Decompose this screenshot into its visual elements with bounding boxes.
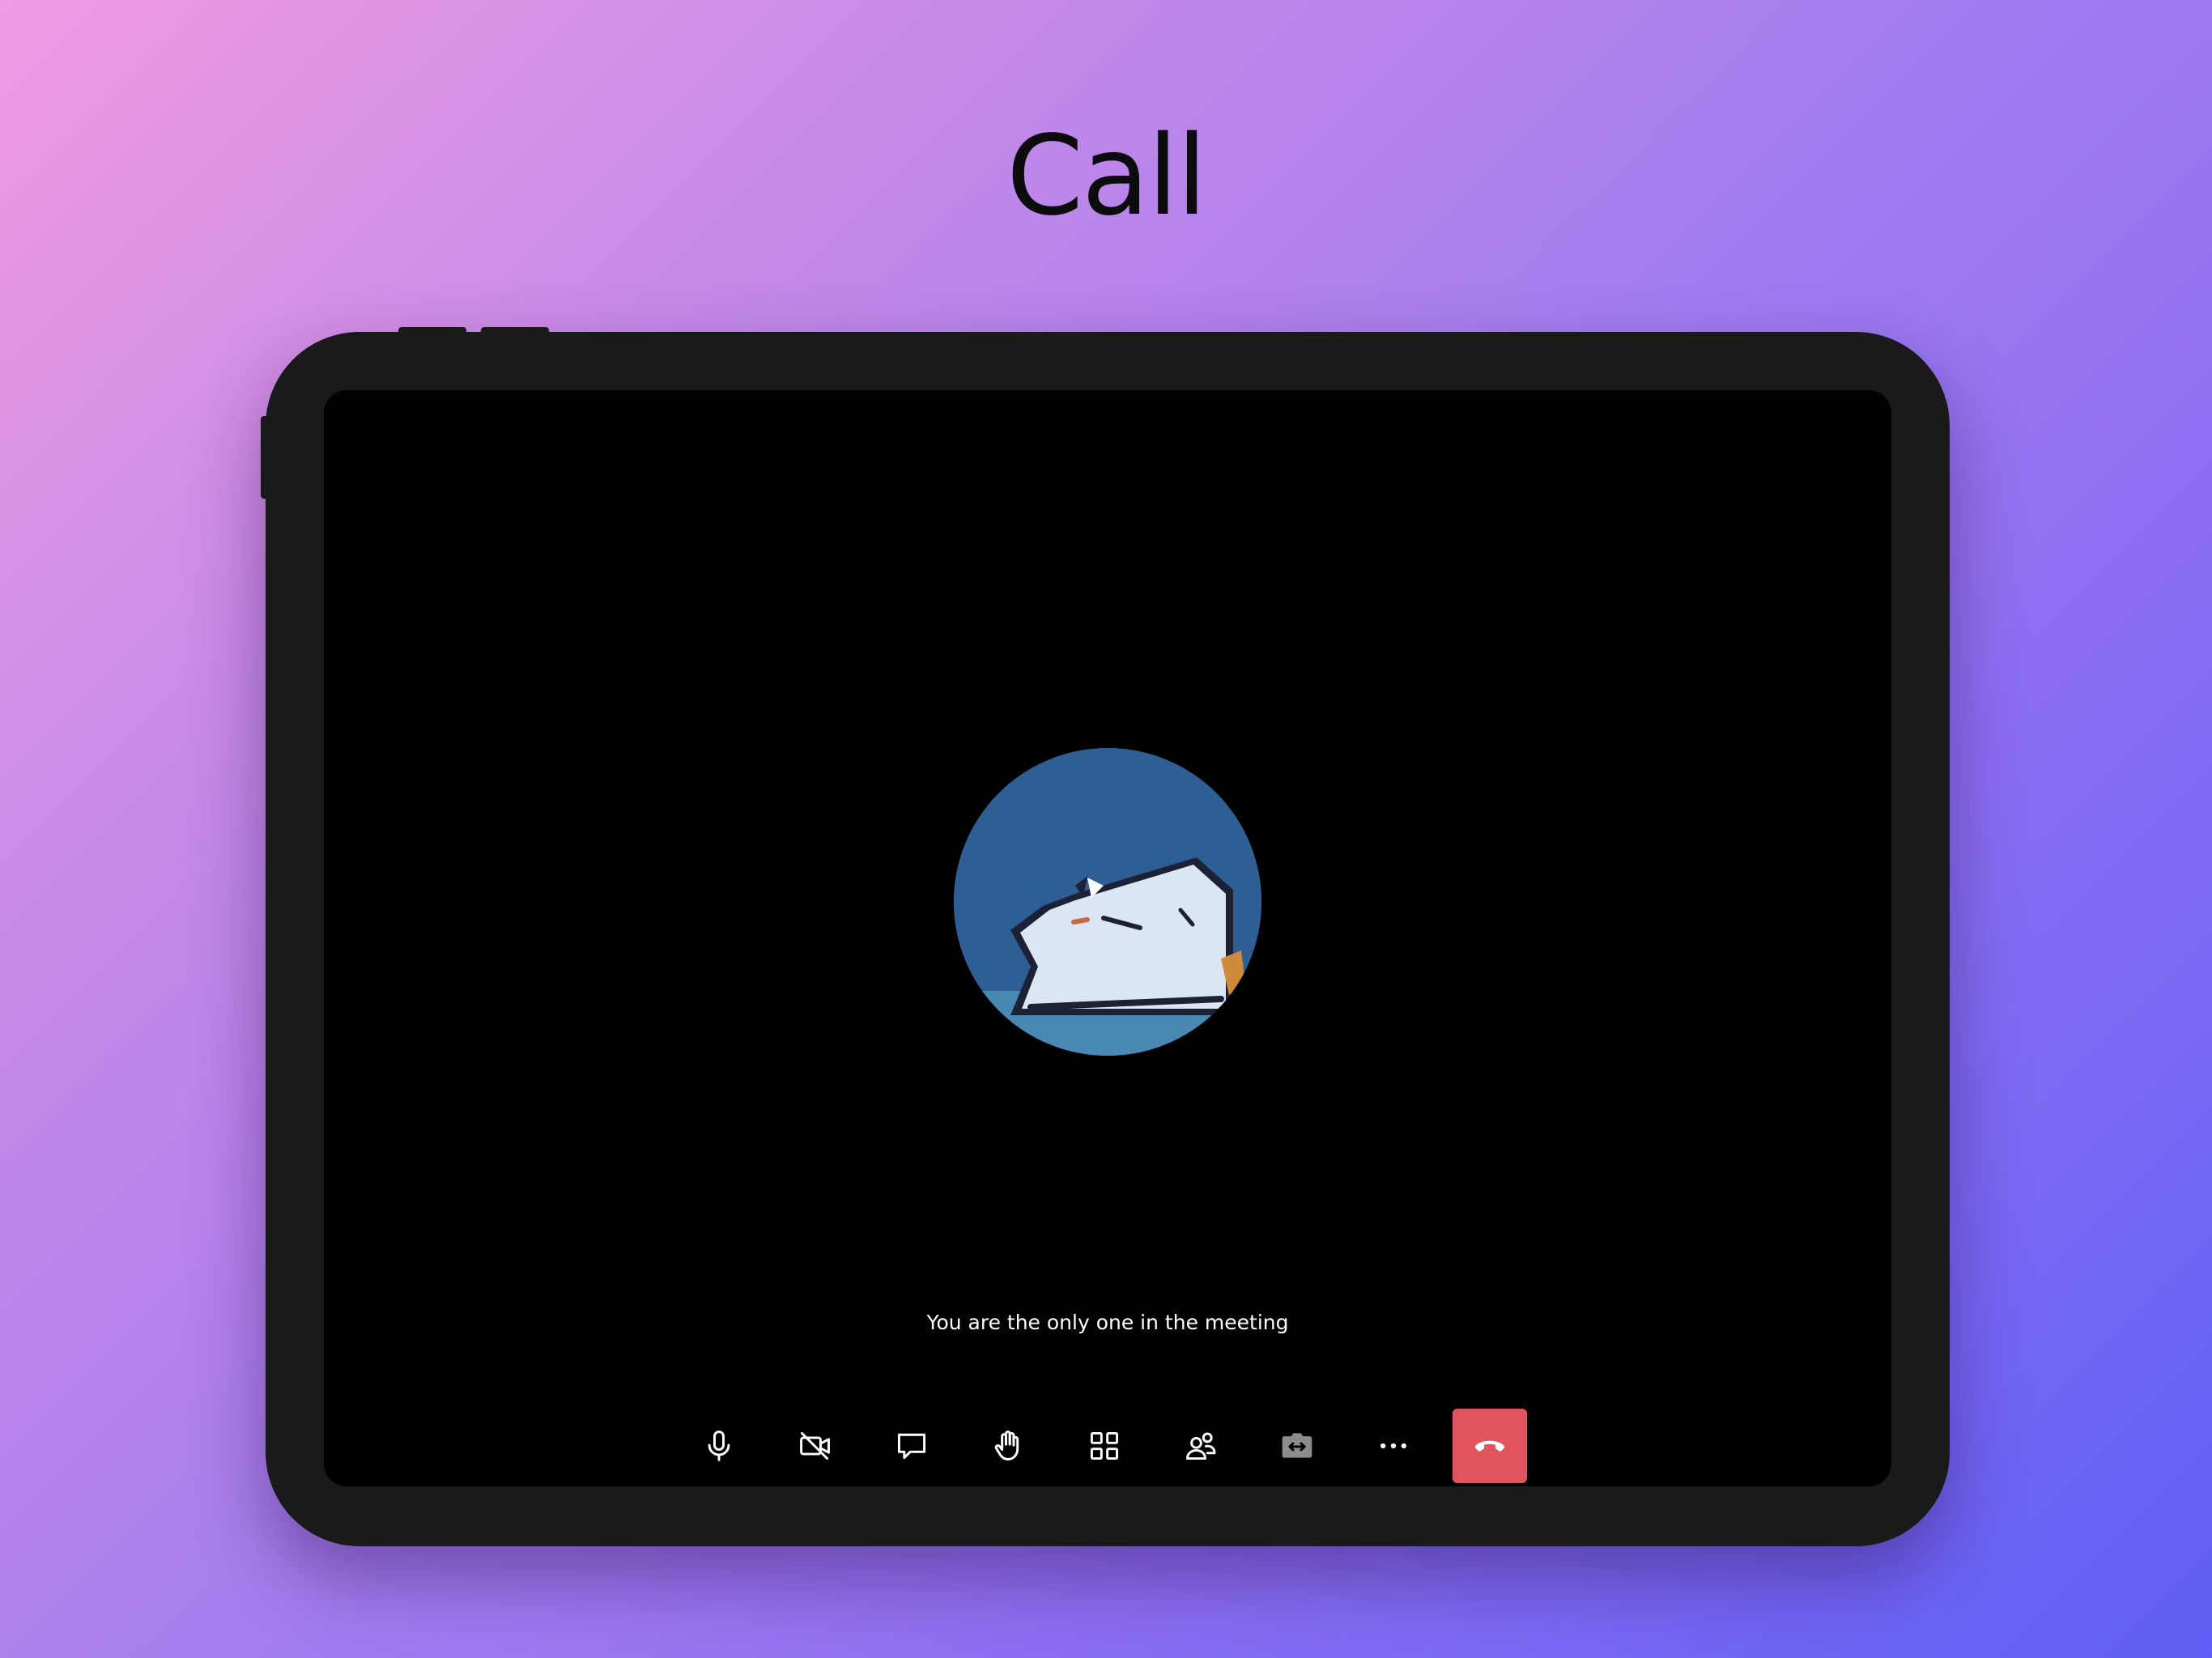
- end-call-button[interactable]: [1453, 1409, 1527, 1483]
- raise-hand-button[interactable]: [971, 1409, 1045, 1483]
- chat-bubble-icon: [897, 1433, 926, 1460]
- user-avatar-cartoon-icon: [954, 748, 1261, 1056]
- tablet-device-frame: You are the only one in the meeting: [266, 332, 1950, 1546]
- participants-button[interactable]: [1163, 1409, 1238, 1483]
- microphone-button[interactable]: [682, 1409, 756, 1483]
- user-avatar: [954, 748, 1261, 1056]
- hang-up-icon: [1474, 1440, 1505, 1452]
- more-options-button[interactable]: [1356, 1409, 1431, 1483]
- chat-button[interactable]: [874, 1409, 949, 1483]
- more-dots-icon: [1380, 1443, 1406, 1449]
- video-off-icon: [800, 1431, 830, 1460]
- microphone-icon: [708, 1431, 730, 1461]
- page-title: Call: [1006, 113, 1207, 240]
- people-icon: [1186, 1432, 1216, 1460]
- switch-camera-button[interactable]: [1260, 1409, 1334, 1483]
- grid-icon: [1090, 1431, 1119, 1460]
- camera-off-button[interactable]: [778, 1409, 853, 1483]
- camera-switch-icon: [1282, 1433, 1312, 1458]
- call-screen: You are the only one in the meeting: [324, 390, 1891, 1486]
- call-toolbar: [682, 1409, 1527, 1483]
- layout-button[interactable]: [1067, 1409, 1142, 1483]
- meeting-status-text: You are the only one in the meeting: [926, 1311, 1289, 1334]
- hand-icon: [994, 1431, 1019, 1460]
